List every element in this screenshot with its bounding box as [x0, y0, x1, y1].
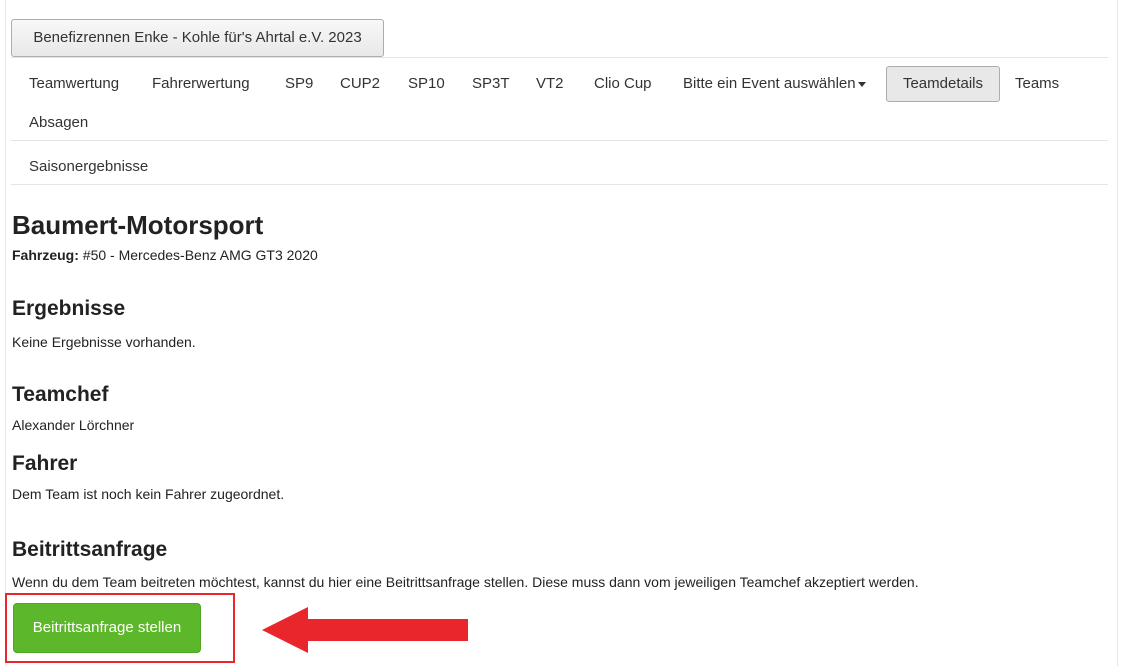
drivers-text: Dem Team ist noch kein Fahrer zugeordnet… [12, 486, 285, 502]
nav-clio-cup[interactable]: Clio Cup [594, 74, 652, 94]
nav-saisonergebnisse[interactable]: Saisonergebnisse [29, 157, 148, 177]
join-description: Wenn du dem Team beitreten möchtest, kan… [12, 574, 919, 590]
divider [11, 57, 1108, 58]
nav-event-dropdown-label: Bitte ein Event auswählen [683, 75, 856, 92]
event-select-button[interactable]: Benefizrennen Enke - Kohle für's Ahrtal … [11, 19, 384, 57]
divider [11, 184, 1108, 185]
red-arrow-icon [262, 607, 468, 653]
nav-teamdetails[interactable]: Teamdetails [886, 66, 1000, 102]
nav-sp9[interactable]: SP9 [285, 74, 313, 94]
results-text: Keine Ergebnisse vorhanden. [12, 334, 196, 350]
nav-fahrerwertung[interactable]: Fahrerwertung [152, 74, 250, 94]
page-frame-right [1117, 0, 1118, 666]
nav-event-dropdown[interactable]: Bitte ein Event auswählen [683, 74, 866, 94]
nav-vt2[interactable]: VT2 [536, 74, 564, 94]
nav-sp3t[interactable]: SP3T [472, 74, 510, 94]
teamchef-name: Alexander Lörchner [12, 417, 135, 433]
page-frame-left [5, 0, 6, 666]
nav-teams[interactable]: Teams [1015, 74, 1059, 94]
drivers-heading: Fahrer [12, 452, 78, 475]
vehicle-info: Fahrzeug: #50 - Mercedes-Benz AMG GT3 20… [12, 246, 318, 264]
nav-sp10[interactable]: SP10 [408, 74, 445, 94]
vehicle-label: Fahrzeug: [12, 247, 79, 263]
nav-cup2[interactable]: CUP2 [340, 74, 380, 94]
team-name: Baumert-Motorsport [12, 210, 264, 240]
results-heading: Ergebnisse [12, 297, 126, 320]
caret-down-icon [857, 81, 866, 87]
join-request-button[interactable]: Beitrittsanfrage stellen [13, 603, 201, 653]
teamchef-heading: Teamchef [12, 383, 109, 406]
nav-teamwertung[interactable]: Teamwertung [29, 74, 119, 94]
join-heading: Beitrittsanfrage [12, 538, 168, 561]
nav-absagen[interactable]: Absagen [29, 113, 88, 133]
vehicle-value: #50 - Mercedes-Benz AMG GT3 2020 [82, 247, 318, 263]
divider [11, 140, 1108, 141]
